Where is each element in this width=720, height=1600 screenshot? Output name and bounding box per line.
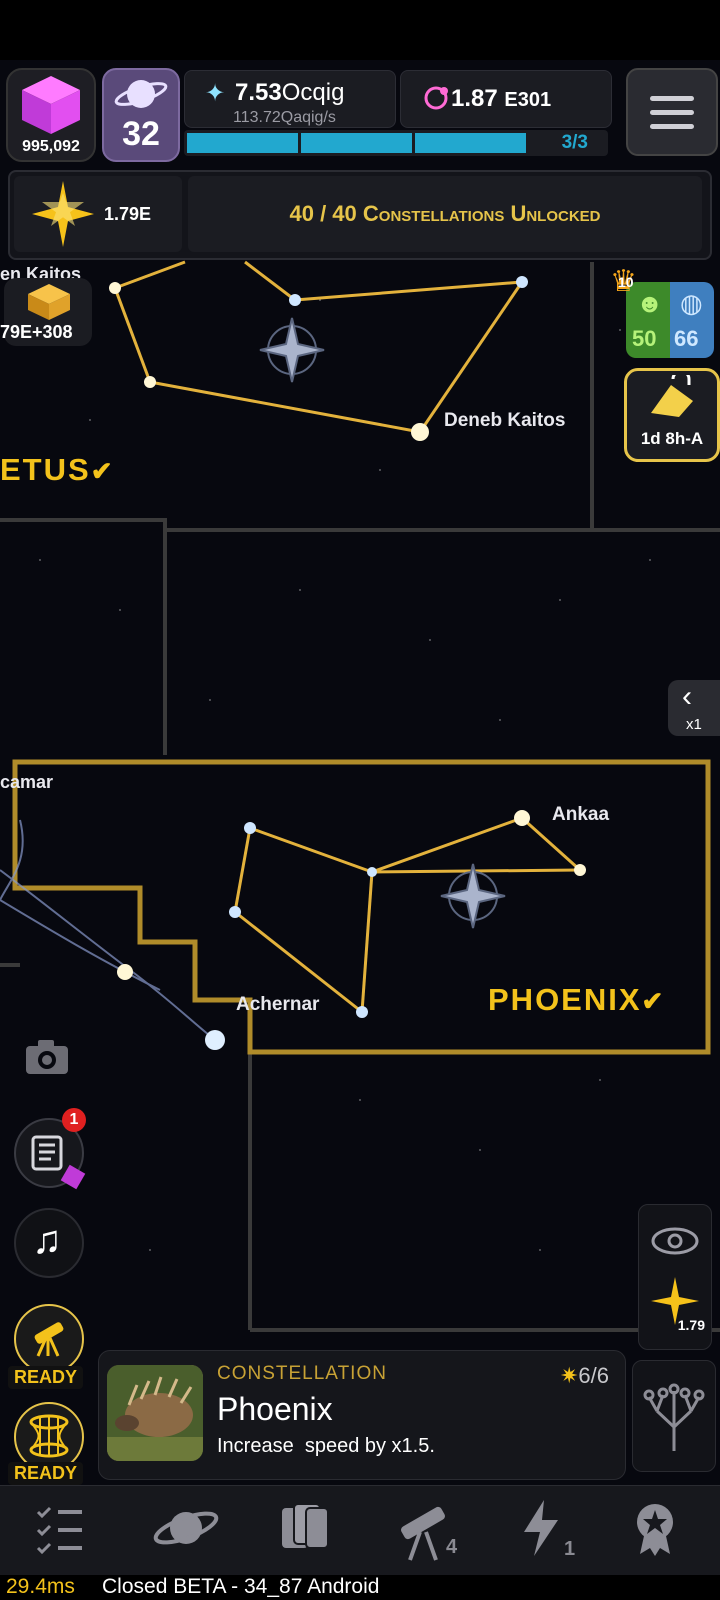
- chest-button[interactable]: 79E+308: [0, 278, 92, 346]
- nav-achievements[interactable]: [630, 1498, 710, 1564]
- event-button[interactable]: ☻ 50 ◍ 66 ♛ 10: [610, 265, 714, 358]
- camera-button[interactable]: [22, 1036, 72, 1078]
- telescope-badge: 4: [446, 1536, 458, 1558]
- check-icon: ✔: [641, 986, 666, 1016]
- card-star-count: ✷6/6: [559, 1363, 609, 1388]
- newspaper-icon: [31, 1135, 63, 1171]
- golden-star-icon: [32, 181, 94, 247]
- stardust-rate: 113.72Qaqig/s: [233, 109, 336, 126]
- check-icon: ✔: [90, 456, 115, 486]
- music-note-icon: ♫: [32, 1218, 62, 1262]
- progress-segment: [301, 133, 412, 153]
- echidna-image: [107, 1365, 203, 1461]
- progress-label: 3/3: [561, 132, 588, 153]
- telescope-button[interactable]: [14, 1304, 84, 1374]
- net-icon: [29, 1414, 69, 1458]
- debug-status-bar: 29.4ms Closed BETA - 34_87 Android: [0, 1575, 720, 1600]
- unlock-progress-bar: 3/3: [184, 130, 608, 156]
- news-badge: 1: [62, 1108, 86, 1132]
- stardust-counter[interactable]: ✦ 7.53Ocqig 113.72Qaqig/s: [184, 70, 396, 128]
- dino-count: 50: [632, 326, 657, 351]
- progress-segment: [187, 133, 298, 153]
- phoenix-thumbnail: [107, 1365, 203, 1461]
- planet-icon: [114, 80, 168, 108]
- net-ready-label: READY: [8, 1462, 84, 1485]
- star-icon: ✷: [559, 1363, 579, 1388]
- cetus-lines: [113, 260, 524, 434]
- star-currency[interactable]: 1.79E: [14, 176, 182, 252]
- galaxy-star-value: 1.79: [677, 1317, 705, 1333]
- constellation-status-bar: 1.79E 40 / 40 Constellations Unlocked: [8, 170, 712, 260]
- tree-icon: [643, 1383, 705, 1451]
- speed-label: x1: [686, 716, 702, 733]
- star-label-deneb-kaitos: Deneb Kaitos: [444, 410, 566, 431]
- gem-cube-icon: [22, 76, 80, 134]
- music-button[interactable]: ♫: [14, 1208, 84, 1278]
- progress-segment: [415, 133, 526, 153]
- award-icon: [637, 1504, 673, 1556]
- top-hud: 995,092 32 ✦ 7.53Ocqig 113.72Qaqig/s 1.8…: [0, 60, 720, 162]
- star-label-acamar: camar: [0, 772, 54, 792]
- orb-value: 1.87 E301: [451, 85, 552, 112]
- constellation-label-phoenix[interactable]: PHOENIX✔: [488, 982, 665, 1018]
- chest-timer: 1d 8h-A: [640, 429, 704, 448]
- eridanus-lines: [0, 819, 216, 1041]
- nav-telescope[interactable]: 4: [390, 1498, 470, 1564]
- compass-icon: [440, 863, 506, 929]
- constellations-unlocked: 40 / 40 Constellations Unlocked: [188, 176, 702, 252]
- card-category: CONSTELLATION: [217, 1363, 387, 1384]
- crown-badge: ♛ 10: [610, 265, 637, 298]
- card-title: Phoenix: [217, 1391, 333, 1427]
- telescope-icon: [34, 1322, 64, 1357]
- star-label-ankaa: Ankaa: [552, 804, 610, 825]
- bottom-nav: 4 1: [0, 1485, 720, 1576]
- build-label: Closed BETA - 34_87 Android: [102, 1575, 380, 1598]
- checklist-icon: [36, 1506, 82, 1555]
- menu-button[interactable]: [626, 68, 718, 156]
- constellation-card[interactable]: CONSTELLATION Phoenix Increase speed by …: [98, 1350, 626, 1480]
- cube-chest-icon: [28, 284, 70, 320]
- camera-icon: [26, 1040, 68, 1074]
- sparkle-icon: ✦: [205, 80, 226, 107]
- level-badge[interactable]: 32: [102, 68, 180, 162]
- background-stars: [39, 299, 651, 1251]
- compass-icon: [259, 317, 325, 383]
- chest-value: 79E+308: [0, 322, 73, 342]
- chevron-left-icon: ‹: [682, 680, 692, 713]
- energy-badge: 1: [564, 1538, 576, 1560]
- nav-planets[interactable]: [146, 1498, 226, 1564]
- news-button[interactable]: 1: [14, 1108, 86, 1190]
- constellation-stars: [109, 276, 586, 1050]
- unlock-creature-icon: [651, 375, 693, 417]
- nav-cards[interactable]: [276, 1498, 356, 1564]
- orb-counter[interactable]: 1.87 E301: [400, 70, 612, 128]
- hamburger-icon: [650, 96, 694, 101]
- frame-time: 29.4ms: [6, 1575, 75, 1598]
- telescope-ready-label: READY: [8, 1366, 84, 1389]
- speed-toggle[interactable]: ‹ x1: [668, 680, 720, 736]
- lightning-icon: [524, 1500, 558, 1556]
- globe-count: 66: [674, 326, 699, 351]
- star-label-achernar: Achernar: [236, 994, 320, 1015]
- skill-tree-button[interactable]: [632, 1360, 716, 1472]
- nav-energy[interactable]: 1: [516, 1498, 596, 1564]
- star-currency-value: 1.79E: [104, 204, 152, 224]
- stardust-value: 7.53Ocqig: [235, 79, 345, 106]
- nav-tasks[interactable]: [22, 1498, 102, 1564]
- orb-icon: [424, 86, 448, 110]
- planet-icon: [153, 1511, 219, 1545]
- galaxy-panel[interactable]: 1.79: [638, 1204, 712, 1350]
- galaxy-icon: [651, 1227, 699, 1255]
- level-number: 32: [122, 115, 160, 153]
- cards-icon: [282, 1503, 329, 1549]
- gem-counter[interactable]: 995,092: [6, 68, 96, 162]
- card-description: Increase speed by x1.5.: [217, 1435, 435, 1457]
- globe-icon: ◍: [680, 288, 703, 318]
- gem-count: 995,092: [22, 138, 80, 155]
- globe-tile: ◍ 66: [670, 282, 714, 358]
- timed-chest-button[interactable]: 1d 8h-A: [624, 368, 720, 462]
- constellation-label-cetus[interactable]: ETUS✔: [0, 452, 114, 488]
